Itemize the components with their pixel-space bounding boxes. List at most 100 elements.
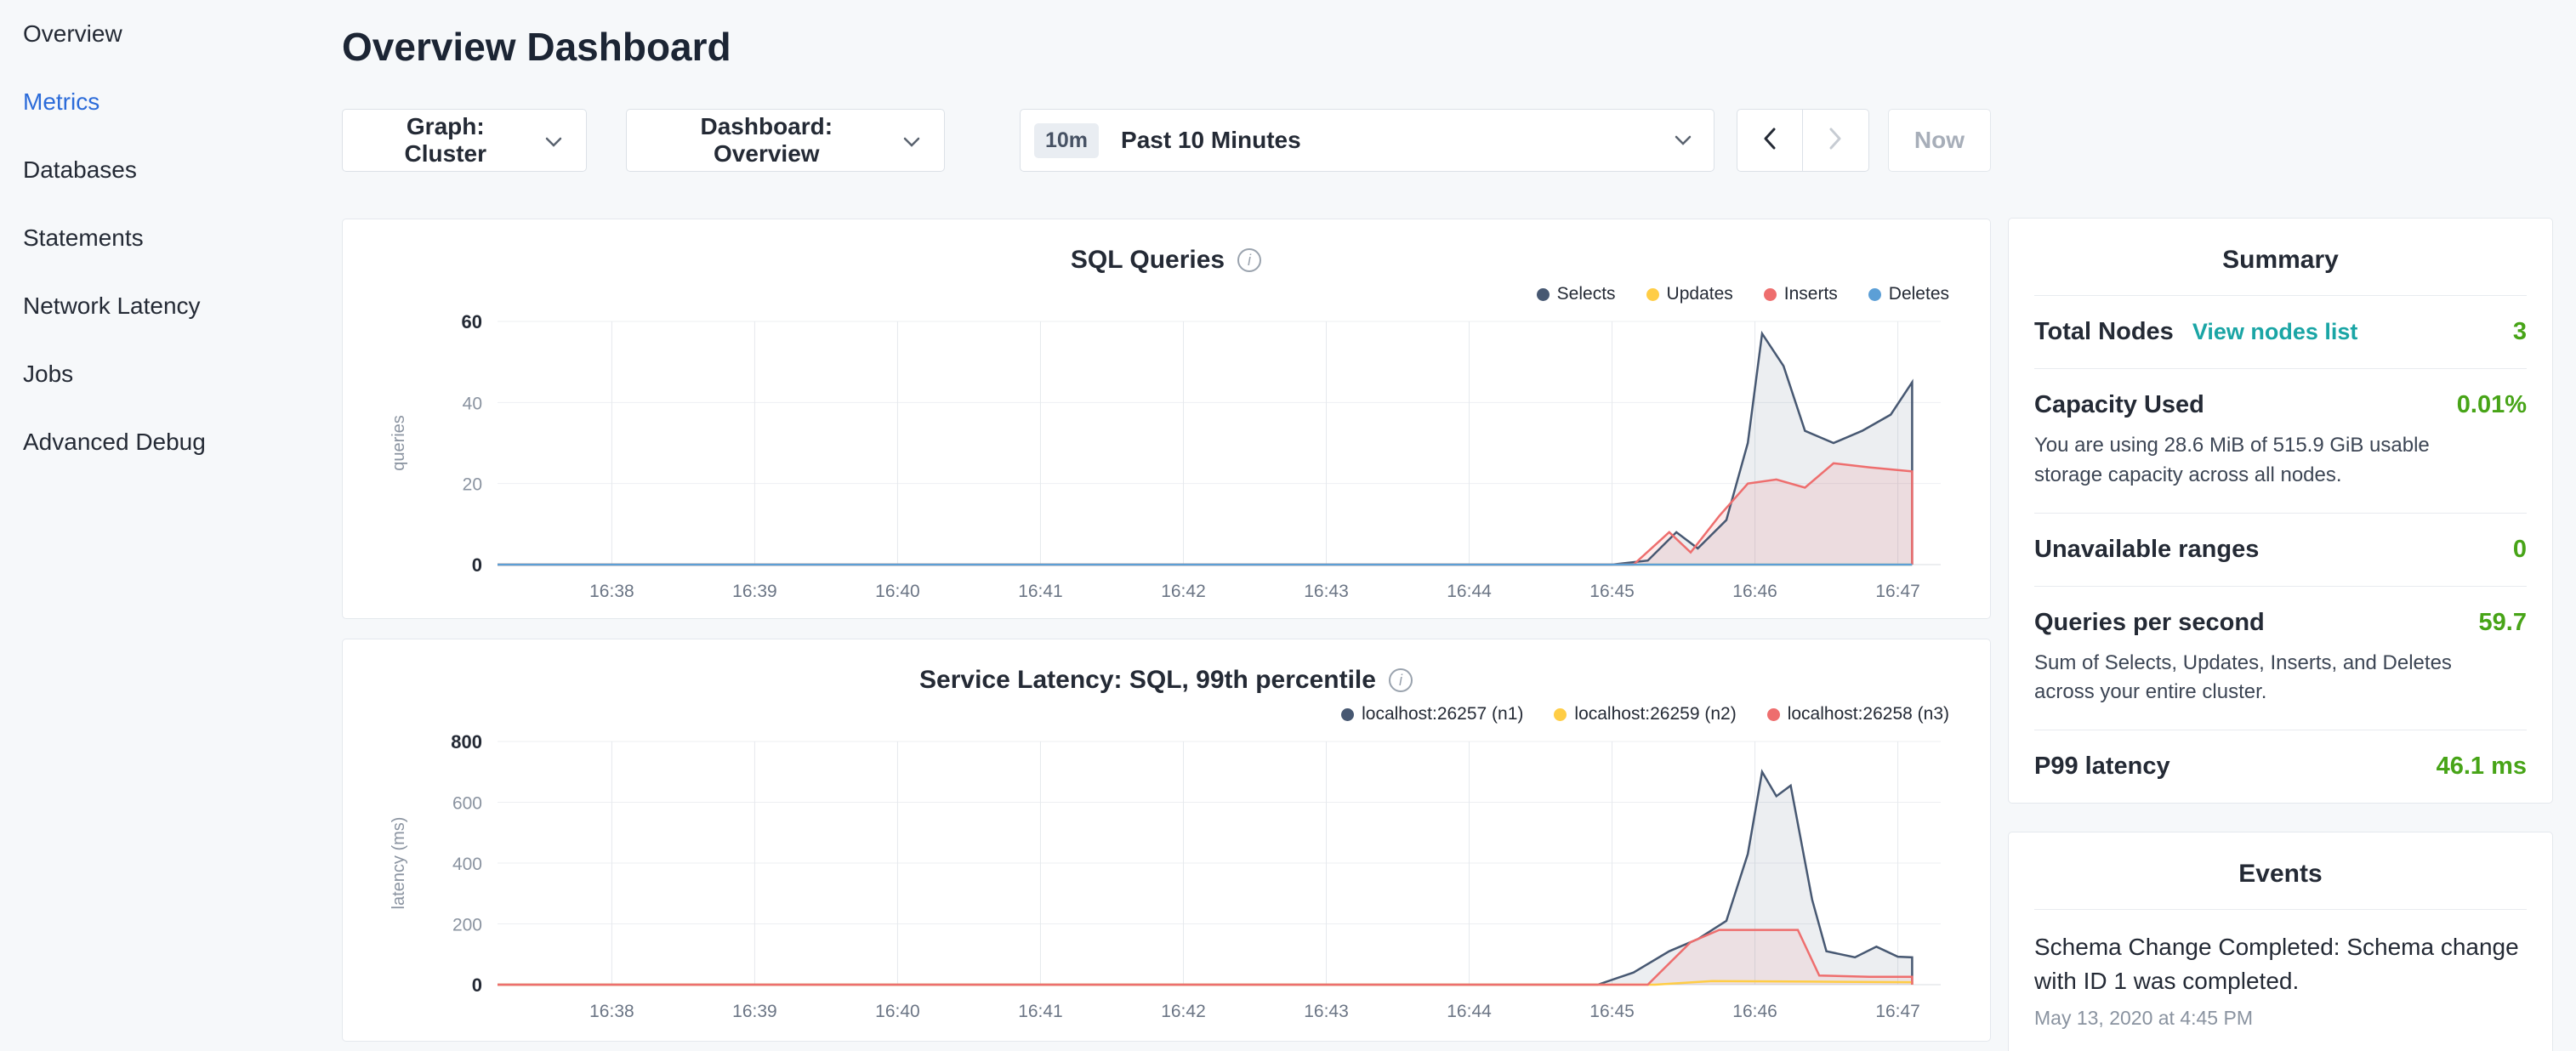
summary-panel: Summary Total Nodes View nodes list 3 Ca… [2008, 218, 2553, 804]
now-button[interactable]: Now [1888, 109, 1991, 172]
event-item[interactable]: Schema Change Completed: Schema change w… [2034, 930, 2527, 998]
svg-text:i: i [1248, 252, 1252, 269]
dashboard-label: Dashboard: Overview [651, 113, 883, 168]
svg-text:800: 800 [451, 731, 482, 753]
controls-row: Graph: Cluster Dashboard: Overview 10m P… [342, 109, 1991, 172]
summary-value: 46.1 ms [2437, 753, 2527, 781]
legend-item-localhost-26258-n3-[interactable]: localhost:26258 (n3) [1767, 704, 1949, 724]
chevron-right-icon [1828, 128, 1842, 154]
dashboard-dropdown[interactable]: Dashboard: Overview [626, 109, 945, 172]
svg-text:16:38: 16:38 [589, 1002, 634, 1021]
sidebar-item-overview[interactable]: Overview [23, 0, 327, 68]
summary-row-queries-per-second: Queries per second 59.7 Sum of Selects, … [2034, 587, 2527, 731]
svg-text:16:40: 16:40 [875, 582, 920, 601]
info-icon[interactable]: i [1237, 247, 1262, 273]
svg-text:16:42: 16:42 [1161, 582, 1206, 601]
events-heading: Events [2034, 832, 2527, 910]
graph-scope-dropdown[interactable]: Graph: Cluster [342, 109, 587, 172]
svg-text:200: 200 [452, 916, 482, 935]
sidebar-item-statements[interactable]: Statements [23, 204, 327, 272]
time-pager [1737, 109, 1869, 172]
svg-text:0: 0 [472, 554, 482, 576]
summary-label: P99 latency [2034, 753, 2170, 781]
legend-item-deletes[interactable]: Deletes [1868, 284, 1949, 304]
summary-value: 0.01% [2457, 391, 2527, 419]
svg-text:16:43: 16:43 [1304, 1002, 1349, 1021]
time-window-label: Past 10 Minutes [1121, 127, 1301, 154]
legend-item-inserts[interactable]: Inserts [1764, 284, 1838, 304]
sidebar-item-label: Jobs [23, 361, 73, 388]
time-window-badge: 10m [1034, 123, 1099, 158]
svg-text:0: 0 [472, 974, 482, 996]
svg-text:16:45: 16:45 [1589, 582, 1635, 601]
sidebar-item-metrics[interactable]: Metrics [23, 68, 327, 136]
sidebar-item-label: Databases [23, 156, 137, 184]
svg-text:queries: queries [390, 415, 408, 471]
svg-text:16:47: 16:47 [1875, 582, 1920, 601]
svg-text:latency (ms): latency (ms) [390, 817, 408, 910]
summary-value: 0 [2513, 536, 2527, 564]
app-root: Overview Metrics Databases Statements Ne… [0, 0, 2576, 1051]
chevron-down-icon [903, 127, 920, 154]
event-timestamp: May 13, 2020 at 4:45 PM [2034, 1007, 2527, 1030]
chart-plot: 020040060080016:3816:3916:4016:4116:4216… [370, 731, 1963, 1035]
graph-scope-label: Graph: Cluster [367, 113, 525, 168]
prev-time-button[interactable] [1737, 109, 1803, 172]
sidebar-item-network-latency[interactable]: Network Latency [23, 272, 327, 340]
legend-item-updates[interactable]: Updates [1646, 284, 1733, 304]
summary-row-p99-latency: P99 latency 46.1 ms [2034, 730, 2527, 803]
svg-text:16:46: 16:46 [1732, 582, 1777, 601]
svg-text:16:47: 16:47 [1875, 1002, 1920, 1021]
svg-text:16:41: 16:41 [1018, 1002, 1063, 1021]
svg-text:16:46: 16:46 [1732, 1002, 1777, 1021]
summary-label: Capacity Used [2034, 391, 2204, 419]
summary-row-unavailable-ranges: Unavailable ranges 0 [2034, 514, 2527, 587]
sidebar-item-jobs[interactable]: Jobs [23, 340, 327, 408]
chevron-down-icon [1675, 135, 1692, 151]
summary-label: Unavailable ranges [2034, 536, 2259, 564]
svg-text:20: 20 [463, 475, 482, 495]
page-title: Overview Dashboard [342, 24, 1991, 70]
time-window-selector[interactable]: 10m Past 10 Minutes [1020, 109, 1714, 172]
summary-label: Queries per second [2034, 609, 2265, 637]
svg-text:i: i [1399, 672, 1403, 689]
info-icon[interactable]: i [1388, 668, 1413, 693]
next-time-button[interactable] [1803, 109, 1869, 172]
svg-text:16:41: 16:41 [1018, 582, 1063, 601]
svg-text:40: 40 [463, 394, 482, 413]
legend-item-localhost-26257-n1-[interactable]: localhost:26257 (n1) [1341, 704, 1523, 724]
svg-text:400: 400 [452, 855, 482, 874]
svg-text:16:45: 16:45 [1589, 1002, 1635, 1021]
chart-title: Service Latency: SQL, 99th percentile [919, 666, 1376, 695]
summary-value: 59.7 [2479, 609, 2527, 637]
chart-header: Service Latency: SQL, 99th percentile i [370, 662, 1963, 699]
sidebar-item-label: Network Latency [23, 293, 201, 320]
sidebar-item-label: Overview [23, 20, 122, 48]
svg-text:16:43: 16:43 [1304, 582, 1349, 601]
chevron-down-icon [545, 127, 562, 154]
summary-description: You are using 28.6 MiB of 515.9 GiB usab… [2034, 431, 2498, 491]
legend-item-localhost-26259-n2-[interactable]: localhost:26259 (n2) [1554, 704, 1736, 724]
sidebar-item-label: Statements [23, 224, 144, 252]
legend-item-selects[interactable]: Selects [1537, 284, 1616, 304]
svg-text:16:40: 16:40 [875, 1002, 920, 1021]
sidebar-item-advanced-debug[interactable]: Advanced Debug [23, 408, 327, 476]
chart-legend: localhost:26257 (n1) localhost:26259 (n2)… [370, 701, 1963, 728]
svg-text:60: 60 [462, 311, 482, 332]
sidebar-item-label: Advanced Debug [23, 429, 206, 456]
view-nodes-list-link[interactable]: View nodes list [2192, 319, 2358, 345]
svg-text:16:39: 16:39 [732, 582, 777, 601]
summary-description: Sum of Selects, Updates, Inserts, and De… [2034, 649, 2498, 708]
chart-title: SQL Queries [1071, 246, 1225, 275]
summary-row-capacity-used: Capacity Used 0.01% You are using 28.6 M… [2034, 369, 2527, 514]
sidebar-item-databases[interactable]: Databases [23, 136, 327, 204]
chart-legend: Selects Updates Inserts Deletes [370, 281, 1963, 308]
summary-heading: Summary [2034, 219, 2527, 296]
svg-text:16:39: 16:39 [732, 1002, 777, 1021]
right-column: Summary Total Nodes View nodes list 3 Ca… [2008, 0, 2576, 1051]
chart-plot: 0 20 40 60 16:38 16:39 16:40 16:41 16:42 16:43 16:… [370, 311, 1963, 615]
chart-header: SQL Queries i [370, 241, 1963, 279]
svg-text:16:38: 16:38 [589, 582, 634, 601]
chevron-left-icon [1763, 128, 1777, 154]
events-panel: Events Schema Change Completed: Schema c… [2008, 832, 2553, 1051]
